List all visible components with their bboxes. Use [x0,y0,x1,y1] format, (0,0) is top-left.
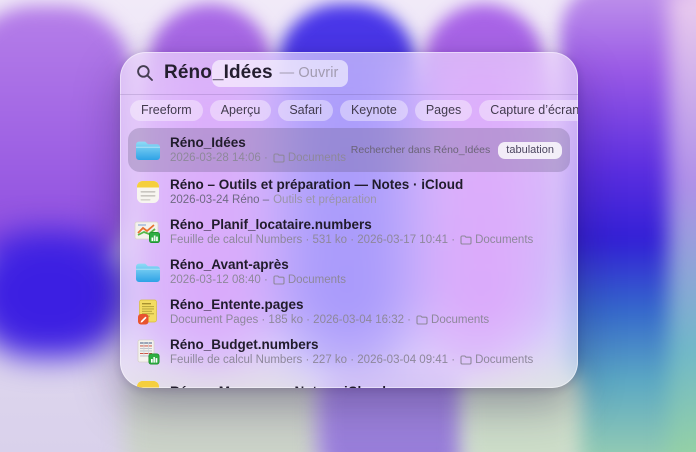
result-row-2[interactable]: Réno – Outils et préparation — Notes · i… [128,172,570,212]
numbers-document-icon [134,339,161,366]
result-location: Documents [288,273,346,287]
result-title: Réno_Budget.numbers [170,337,533,353]
result-row-7[interactable]: Réno – Mesures — Notes · iCloud [128,372,570,388]
result-row-1[interactable]: Réno_Idées 2026-03-28 14:06 · Documents … [128,128,570,172]
result-location: Documents [475,233,533,247]
result-row-5[interactable]: Réno_Entente.pages Document Pages · 185 … [128,292,570,332]
result-title: Réno – Outils et préparation — Notes · i… [170,177,463,193]
filter-chip-safari[interactable]: Safari [278,100,333,121]
filter-chip-apercu[interactable]: Aperçu [210,100,272,121]
result-location: Documents [431,313,489,327]
location-folder-icon [416,315,428,325]
result-subtitle: Feuille de calcul Numbers · 227 ko · 202… [170,353,455,367]
search-icon [136,64,154,82]
result-row-4[interactable]: Réno_Avant-après 2026-03-12 08:40 · Docu… [128,252,570,292]
location-folder-icon [273,275,285,285]
numbers-document-icon [134,219,161,246]
result-title: Réno_Entente.pages [170,297,489,313]
result-row-6[interactable]: Réno_Budget.numbers Feuille de calcul Nu… [128,332,570,372]
filter-chip-keynote[interactable]: Keynote [340,100,408,121]
spotlight-panel: Réno_Idées — Ouvrir Freeform Aperçu Safar… [120,52,578,388]
search-bar[interactable]: Réno_Idées — Ouvrir [120,52,578,95]
pages-document-icon [134,299,161,326]
search-completion-text: _Idées [213,62,273,84]
search-completion-highlight: _Idées — Ouvrir [212,60,349,87]
result-subtitle-rest: Outils et préparation [273,193,377,207]
result-title: Réno_Planif_locataire.numbers [170,217,533,233]
filter-chip-freeform[interactable]: Freeform [130,100,203,121]
result-location: Documents [475,353,533,367]
filter-chip-pages[interactable]: Pages [415,100,472,121]
result-row-3[interactable]: Réno_Planif_locataire.numbers Feuille de… [128,212,570,252]
search-action-hint: — Ouvrir [280,65,339,81]
result-subtitle-match: 2026-03-24 Réno – [170,193,269,207]
result-title: Réno – Mesures — Notes · iCloud [170,384,386,388]
location-folder-icon [460,355,472,365]
location-folder-icon [273,153,285,163]
notes-icon [134,179,161,206]
desktop: Réno_Idées — Ouvrir Freeform Aperçu Safar… [0,0,696,452]
result-title: Réno_Idées [170,135,346,151]
search-input[interactable]: Réno_Idées — Ouvrir [164,60,348,87]
notes-icon [134,379,161,389]
result-subtitle: Feuille de calcul Numbers · 531 ko · 202… [170,233,455,247]
results-list: Réno_Idées 2026-03-28 14:06 · Documents … [120,125,578,388]
location-folder-icon [460,235,472,245]
result-location: Documents [288,151,346,165]
search-typed-text: Réno [164,62,212,84]
folder-icon [134,259,161,286]
result-subtitle: 2026-03-28 14:06 · [170,151,268,165]
folder-icon [134,137,161,164]
tab-key-badge: tabulation [498,142,562,159]
result-subtitle: Document Pages · 185 ko · 2026-03-04 16:… [170,313,411,327]
filter-chip-capture-decran[interactable]: Capture d’écran [479,100,578,121]
result-subtitle: 2026-03-12 08:40 · [170,273,268,287]
filter-chips: Freeform Aperçu Safari Keynote Pages Cap… [120,95,578,125]
search-in-hint: Rechercher dans Réno_Idées [351,144,491,156]
result-title: Réno_Avant-après [170,257,346,273]
